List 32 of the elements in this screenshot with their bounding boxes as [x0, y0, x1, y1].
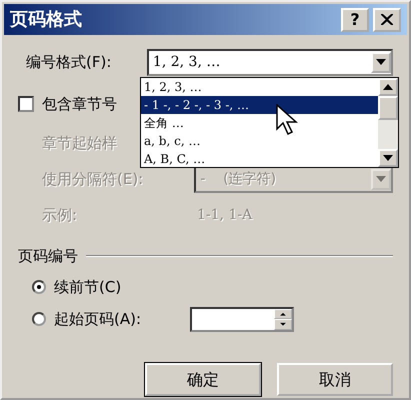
spin-down-icon[interactable]: [274, 319, 292, 330]
radio-button[interactable]: [32, 280, 46, 294]
scroll-thumb[interactable]: [378, 96, 398, 120]
start-page-field[interactable]: [190, 306, 294, 332]
radio-button[interactable]: [32, 312, 46, 326]
dialog-button[interactable]: 取消: [277, 363, 393, 396]
group-title: 页码编号: [18, 246, 78, 267]
list-item[interactable]: 1, 2, 3, …: [141, 78, 378, 96]
checkbox-label: 包含章节号: [42, 94, 117, 115]
cursor-icon: [276, 104, 298, 136]
close-icon: [381, 14, 393, 25]
field-label: 章节起始样: [42, 132, 117, 154]
number-format-dropdown[interactable]: 1, 2, 3, …: [146, 48, 393, 76]
radio-label: 起始页码(A):: [54, 308, 142, 330]
list-item[interactable]: a, b, c, …: [141, 132, 378, 150]
scroll-down-icon[interactable]: [378, 149, 398, 167]
close-button[interactable]: [373, 8, 401, 32]
field-label: 使用分隔符(E):: [42, 168, 144, 190]
radio-label: 续前节(C): [54, 276, 122, 298]
window-title: 页码格式: [10, 8, 82, 32]
field-label: 编号格式(F):: [26, 52, 112, 73]
checkbox[interactable]: [18, 96, 34, 112]
list-item[interactable]: A, B, C, …: [141, 150, 378, 168]
dialog-button[interactable]: 确定: [145, 363, 261, 396]
example-value: 1-1, 1-A: [197, 206, 252, 224]
help-button[interactable]: ?: [341, 8, 369, 32]
spin-up-icon[interactable]: [274, 308, 292, 319]
scrollbar[interactable]: [378, 78, 398, 167]
scroll-up-icon[interactable]: [378, 78, 398, 96]
list-item[interactable]: - 1 -, - 2 -, - 3 -, …: [141, 96, 378, 114]
field-label: 示例:: [42, 204, 78, 226]
list-item[interactable]: 全角 …: [141, 114, 378, 132]
